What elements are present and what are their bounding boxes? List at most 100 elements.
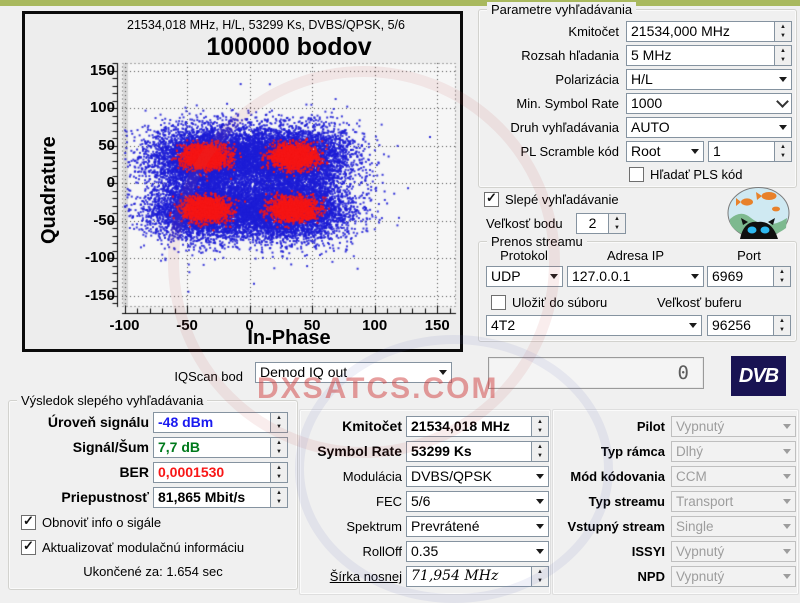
results-group-title: Výsledok slepého vyhľadávania — [17, 393, 208, 408]
status-dropdown-value: Transport — [676, 494, 734, 509]
port-field[interactable]: 6969 ▲ ▼ — [707, 266, 791, 287]
pl-scramble-dropdown-value: Root — [631, 143, 661, 159]
status-dropdown-value: Vypnutý — [676, 544, 725, 559]
tuner-spin-field[interactable]: 53299 Ks ▲ ▼ — [406, 441, 549, 462]
spin-up-button[interactable]: ▲ — [271, 438, 287, 448]
search-param-dropdown[interactable]: AUTO — [626, 117, 792, 138]
status-dropdown[interactable]: CCM — [671, 466, 796, 487]
device-dropdown-value: 4T2 — [491, 317, 516, 333]
x-tick-label: 100 — [362, 317, 388, 334]
status-dropdown[interactable]: Single — [671, 516, 796, 537]
protocol-dropdown[interactable]: UDP — [486, 266, 563, 287]
tuner-spin-field[interactable]: 71,954 MHz ▲ ▼ — [406, 566, 549, 587]
dropdown-arrow-icon — [778, 442, 795, 461]
spin-down-button[interactable]: ▼ — [532, 427, 548, 437]
update-modulation-info-checkbox[interactable] — [21, 538, 36, 555]
device-dropdown[interactable]: 4T2 — [486, 315, 702, 336]
spin-up-button[interactable]: ▲ — [775, 22, 791, 32]
spinner-buttons: ▲ ▼ — [773, 316, 790, 335]
spinner-buttons: ▲ ▼ — [531, 567, 548, 586]
spin-down-button[interactable]: ▼ — [271, 423, 287, 433]
find-pls-code-checkbox[interactable] — [629, 167, 644, 182]
pl-scramble-code-field[interactable]: 1 ▲ ▼ — [708, 141, 792, 162]
spin-up-button[interactable]: ▲ — [532, 567, 548, 577]
spin-up-button[interactable]: ▲ — [532, 442, 548, 452]
blind-search[interactable]: Slepé vyhľadávanie — [484, 190, 619, 208]
dot-size-field[interactable]: 2 ▲ ▼ — [576, 213, 626, 234]
tuner-dropdown-value: Prevrátené — [411, 518, 480, 534]
spin-up-button[interactable]: ▲ — [609, 214, 625, 224]
status-dropdown-value: CCM — [676, 469, 707, 484]
caret-down-icon — [782, 574, 791, 579]
spinner-buttons: ▲ ▼ — [773, 267, 790, 286]
result-value-field-value: 7,7 dB — [158, 439, 201, 455]
spin-down-button[interactable]: ▼ — [774, 277, 790, 287]
spin-up-button[interactable]: ▲ — [271, 488, 287, 498]
search-param-dropdown-value: H/L — [631, 71, 653, 87]
result-label: BER — [119, 464, 149, 480]
save-to-file[interactable]: Uložiť do súboru — [491, 294, 607, 311]
tuner-spin-field[interactable]: 21534,018 MHz ▲ ▼ — [406, 416, 549, 437]
find-pls-code[interactable]: Hľadať PLS kód — [629, 166, 743, 183]
y-tick-label: -50 — [93, 211, 115, 229]
pl-scramble-dropdown[interactable]: Root — [626, 141, 704, 162]
spin-up-button[interactable]: ▲ — [774, 267, 790, 277]
search-param-dropdown[interactable]: H/L — [626, 69, 792, 90]
status-dropdown[interactable]: Vypnutý — [671, 416, 796, 437]
result-value-field[interactable]: 81,865 Mbit/s ▲ ▼ — [153, 487, 288, 508]
result-value-field[interactable]: -48 dBm ▲ ▼ — [153, 412, 288, 433]
search-param-spin-field[interactable]: 5 MHz ▲ ▼ — [626, 45, 792, 66]
caret-down-icon — [535, 499, 544, 504]
constellation-chart: 21534,018 MHz, H/L, 53299 Ks, DVBS/QPSK,… — [22, 11, 463, 352]
spin-down-button[interactable]: ▼ — [532, 452, 548, 462]
find-pls-code-label: Hľadať PLS kód — [650, 167, 743, 182]
buffer-size-field[interactable]: 96256 ▲ ▼ — [707, 315, 791, 336]
status-dropdown[interactable]: Transport — [671, 491, 796, 512]
spin-down-button[interactable]: ▼ — [271, 448, 287, 458]
update-modulation-info[interactable]: Aktualizovať modulačnú informáciu — [21, 538, 244, 556]
spin-down-button[interactable]: ▼ — [775, 32, 791, 42]
ip-address-dropdown[interactable]: 127.0.0.1 — [567, 266, 704, 287]
spin-up-button[interactable]: ▲ — [775, 142, 791, 152]
tuner-dropdown[interactable]: 5/6 — [406, 491, 549, 512]
iqscan-dropdown[interactable]: Demod IQ out — [255, 362, 452, 383]
spin-down-button[interactable]: ▼ — [609, 224, 625, 234]
caret-down-icon — [549, 274, 558, 279]
status-dropdown[interactable]: Vypnutý — [671, 541, 796, 562]
tuner-dropdown[interactable]: 0.35 — [406, 541, 549, 562]
spinner-buttons: ▲ ▼ — [270, 413, 287, 432]
dropdown-arrow-icon — [774, 118, 791, 137]
spin-up-button[interactable]: ▲ — [271, 463, 287, 473]
search-param-dropdown[interactable]: 1000 — [626, 93, 792, 114]
refresh-signal-info-checkbox[interactable] — [21, 513, 36, 530]
constellation-canvas — [105, 56, 460, 328]
save-to-file-checkbox[interactable] — [491, 295, 506, 310]
status-dropdown[interactable]: Dlhý — [671, 441, 796, 462]
dropdown-arrow-icon — [686, 142, 703, 161]
spin-down-button[interactable]: ▼ — [775, 56, 791, 66]
ip-address-dropdown-value: 127.0.0.1 — [572, 268, 631, 284]
blind-search-checkbox[interactable] — [484, 190, 499, 207]
spin-down-button[interactable]: ▼ — [532, 577, 548, 587]
tuner-dropdown[interactable]: Prevrátené — [406, 516, 549, 537]
status-label: Pilot — [636, 419, 665, 434]
dropdown-arrow-icon — [778, 492, 795, 511]
spin-down-button[interactable]: ▼ — [271, 498, 287, 508]
spin-up-button[interactable]: ▲ — [271, 413, 287, 423]
spin-up-button[interactable]: ▲ — [532, 417, 548, 427]
search-param-spin-field[interactable]: 21534,000 MHz ▲ ▼ — [626, 21, 792, 42]
tuner-dropdown-value: 5/6 — [411, 493, 431, 509]
result-value-field[interactable]: 0,0001530 ▲ ▼ — [153, 462, 288, 483]
refresh-signal-info[interactable]: Obnoviť info o sigále — [21, 513, 161, 531]
result-value-field[interactable]: 7,7 dB ▲ ▼ — [153, 437, 288, 458]
result-value-field-value: 0,0001530 — [158, 464, 225, 480]
spin-up-button[interactable]: ▲ — [774, 316, 790, 326]
y-tick-label: -150 — [84, 286, 115, 304]
spin-down-button[interactable]: ▼ — [774, 326, 790, 336]
status-dropdown-value: Vypnutý — [676, 569, 725, 584]
status-dropdown[interactable]: Vypnutý — [671, 566, 796, 587]
spin-down-button[interactable]: ▼ — [271, 473, 287, 483]
spin-up-button[interactable]: ▲ — [775, 46, 791, 56]
tuner-dropdown[interactable]: DVBS/QPSK — [406, 466, 549, 487]
spin-down-button[interactable]: ▼ — [775, 152, 791, 162]
